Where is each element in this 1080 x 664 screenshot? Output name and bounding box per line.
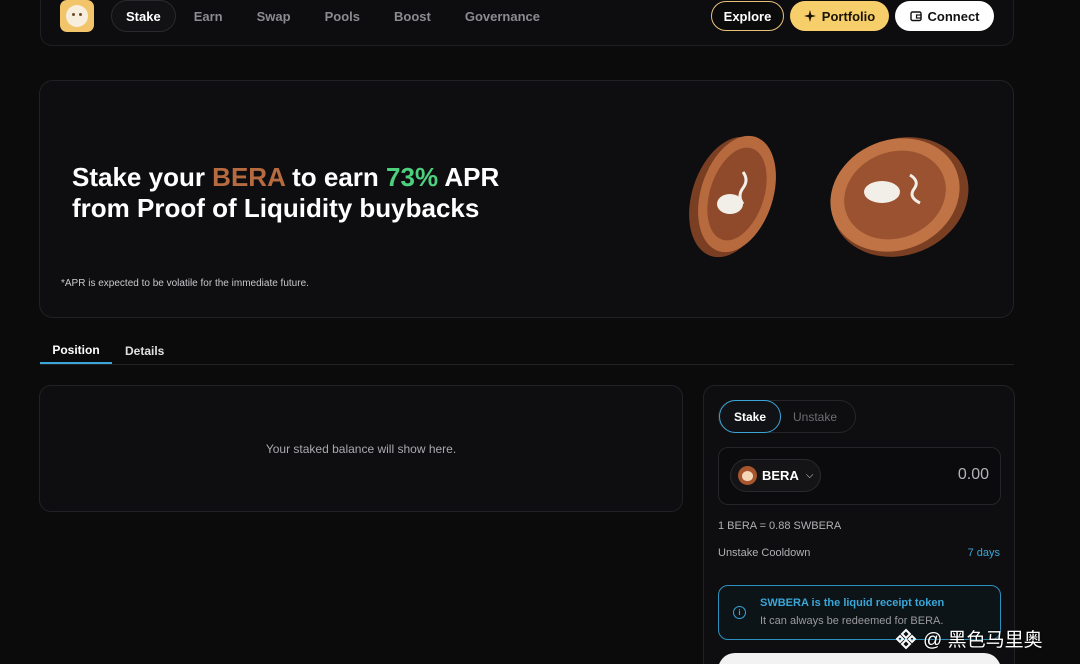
position-panel: Your staked balance will show here. [39,385,683,512]
watermark: @ 黑色马里奥 [895,625,1043,652]
info-icon: i [733,606,746,619]
hero-title-text: to earn [284,162,387,192]
hero-title-text: Stake your [72,162,213,192]
nav-item-stake[interactable]: Stake [111,0,176,32]
tab-details[interactable]: Details [125,338,164,364]
watermark-text: @ 黑色马里奥 [923,630,1043,651]
bera-coins-illustration [689,135,969,258]
binance-logo-icon [895,628,917,649]
cooldown-label: Unstake Cooldown [718,547,811,559]
explore-label: Explore [723,8,772,24]
nav-item-earn[interactable]: Earn [178,0,239,32]
token-selector[interactable]: BERA ⌵ [730,459,821,492]
nav-item-swap[interactable]: Swap [241,0,307,32]
apr-disclaimer: *APR is expected to be volatile for the … [61,278,309,289]
bera-token-icon [738,466,757,485]
stake-action-button[interactable] [718,653,1001,664]
app-logo[interactable] [60,0,94,32]
stake-panel: Stake Unstake BERA ⌵ 0.00 1 BERA = 0.88 … [703,385,1015,664]
info-title: SWBERA is the liquid receipt token [760,597,945,609]
tab-position[interactable]: Position [40,338,112,364]
main-nav: Stake Earn Swap Pools Boost Governance [111,0,558,32]
hero-title-text: APR [438,162,500,192]
connect-button[interactable]: Connect [895,1,994,31]
cooldown-value: 7 days [967,547,1000,559]
hero-title-apr: 73% [386,162,439,192]
portfolio-label: Portfolio [821,8,876,24]
exchange-rate: 1 BERA = 0.88 SWBERA [718,520,842,532]
position-empty-state: Your staked balance will show here. [265,441,457,456]
hero-title-line2: from Proof of Liquidity buybacks [72,193,480,223]
stake-mode-button[interactable]: Stake [719,400,781,433]
unstake-mode-button[interactable]: Unstake [793,401,837,432]
hero-title: Stake your BERA to earn 73% APR from Pro… [72,162,499,224]
portfolio-button[interactable]: Portfolio [790,1,889,31]
explore-button[interactable]: Explore [711,1,784,31]
bear-logo-icon [66,5,88,27]
amount-input[interactable]: 0.00 [958,466,989,484]
token-name: BERA [762,468,799,483]
stake-mode-toggle: Stake Unstake [718,400,856,433]
nav-item-pools[interactable]: Pools [309,0,376,32]
hero-title-token: BERA [212,162,285,192]
wallet-icon [909,11,922,22]
sparkle-icon [803,10,816,22]
nav-item-governance[interactable]: Governance [449,0,556,32]
hero-banner: Stake your BERA to earn 73% APR from Pro… [39,80,1014,318]
position-tabs: Position Details [40,338,1014,365]
nav-item-boost[interactable]: Boost [378,0,447,32]
chevron-down-icon: ⌵ [805,470,814,481]
amount-input-box: BERA ⌵ 0.00 [718,447,1001,505]
connect-label: Connect [927,8,980,24]
